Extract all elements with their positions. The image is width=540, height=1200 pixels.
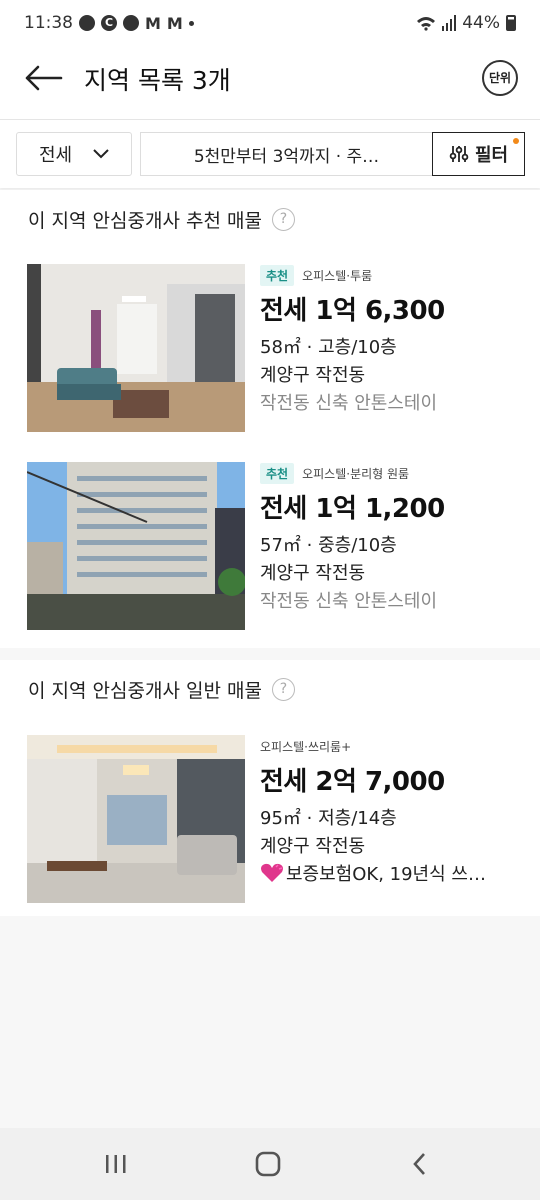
listing-description: 보증보험OK, 19년식 쓰…	[286, 864, 486, 885]
listing-description: 작전동 신축 안톤스테이	[260, 591, 438, 612]
system-nav-bar	[0, 1128, 540, 1200]
message-notification-icon	[123, 15, 139, 31]
listing-price: 전세 2억 7,000	[260, 767, 445, 797]
listing-location: 계양구 작전동	[260, 563, 366, 584]
general-section: 이 지역 안심중개사 일반 매물 ? 오피스텔·쓰리룸+ 전세 2억 7,000	[0, 660, 540, 916]
recommended-section: 이 지역 안심중개사 추천 매물 ? 추천 오피스텔·투룸 전세 1억 6,30…	[0, 190, 540, 648]
section-title: 이 지역 안심중개사 일반 매물 ?	[28, 676, 295, 703]
nav-back-icon[interactable]	[402, 1146, 438, 1182]
question-circle-icon[interactable]: ?	[271, 208, 295, 231]
recommended-badge: 추천	[260, 264, 295, 286]
listing-card[interactable]: 오피스텔·쓰리룸+ 전세 2억 7,000 95㎡ · 저층/14층 계양구 작…	[0, 735, 540, 905]
battery-icon	[506, 15, 516, 31]
listing-category: 오피스텔·분리형 원룸	[302, 466, 410, 481]
listing-info: 추천 오피스텔·분리형 원룸 전세 1억 1,200 57㎡ · 중층/10층 …	[260, 462, 520, 613]
listing-photo	[27, 462, 245, 630]
section-title-text: 이 지역 안심중개사 일반 매물	[28, 680, 262, 702]
filter-label: 필터	[474, 145, 509, 166]
listing-description-row: 보증보험OK, 19년식 쓰…	[260, 860, 520, 886]
signal-icon	[442, 15, 457, 31]
m-notification-icon: M	[145, 13, 161, 33]
heart-icon	[261, 863, 283, 882]
listing-info: 추천 오피스텔·투룸 전세 1억 6,300 58㎡ · 고층/10층 계양구 …	[260, 264, 520, 415]
more-notifications-icon	[188, 20, 194, 26]
page-title: 지역 목록 3개	[84, 66, 231, 95]
price-range-filter[interactable]: 5천만부터 3억까지 · 주…	[140, 132, 432, 176]
c-notification-icon: C	[101, 15, 117, 31]
section-title-text: 이 지역 안심중개사 추천 매물	[28, 210, 262, 232]
m-notification-icon-2: M	[166, 13, 183, 33]
listing-photo	[27, 264, 245, 432]
status-bar: 11:38 C M M 44%	[0, 0, 540, 46]
sliders-icon	[449, 146, 469, 162]
wifi-icon	[417, 17, 436, 31]
status-time: 11:38	[24, 13, 73, 33]
listing-price: 전세 1억 1,200	[260, 494, 445, 524]
unit-toggle-button[interactable]: 단위	[482, 60, 518, 96]
listing-spec: 95㎡ · 저층/14층	[260, 808, 397, 829]
listing-location: 계양구 작전동	[260, 365, 366, 386]
filter-bar: 전세 5천만부터 3억까지 · 주… 필터	[0, 120, 540, 188]
listing-photo	[27, 735, 245, 903]
filter-new-dot	[513, 138, 519, 144]
question-circle-icon[interactable]: ?	[271, 678, 295, 701]
listing-spec: 58㎡ · 고층/10층	[260, 337, 397, 358]
listing-card[interactable]: 추천 오피스텔·분리형 원룸 전세 1억 1,200 57㎡ · 중층/10층 …	[0, 462, 540, 632]
deal-type-label: 전세	[39, 145, 73, 166]
listing-location: 계양구 작전동	[260, 836, 366, 857]
listing-info: 오피스텔·쓰리룸+ 전세 2억 7,000 95㎡ · 저층/14층 계양구 작…	[260, 735, 520, 886]
arrow-left-icon[interactable]	[24, 64, 64, 92]
battery-percent: 44%	[462, 13, 500, 33]
filter-button[interactable]: 필터	[432, 132, 525, 176]
listing-spec: 57㎡ · 중층/10층	[260, 535, 397, 556]
listing-card[interactable]: 추천 오피스텔·투룸 전세 1억 6,300 58㎡ · 고층/10층 계양구 …	[0, 264, 540, 434]
listing-description: 작전동 신축 안톤스테이	[260, 393, 438, 414]
home-icon[interactable]	[250, 1146, 286, 1182]
recommended-badge: 추천	[260, 462, 295, 484]
deal-type-dropdown[interactable]: 전세	[16, 132, 132, 176]
listing-category: 오피스텔·쓰리룸+	[260, 739, 352, 754]
app-header: 지역 목록 3개 단위	[0, 46, 540, 120]
listing-price: 전세 1억 6,300	[260, 296, 445, 326]
section-title: 이 지역 안심중개사 추천 매물 ?	[28, 206, 295, 233]
recents-icon[interactable]	[98, 1146, 134, 1182]
chat-notification-icon	[79, 15, 95, 31]
listing-category: 오피스텔·투룸	[302, 268, 373, 283]
chevron-down-icon	[93, 149, 109, 159]
